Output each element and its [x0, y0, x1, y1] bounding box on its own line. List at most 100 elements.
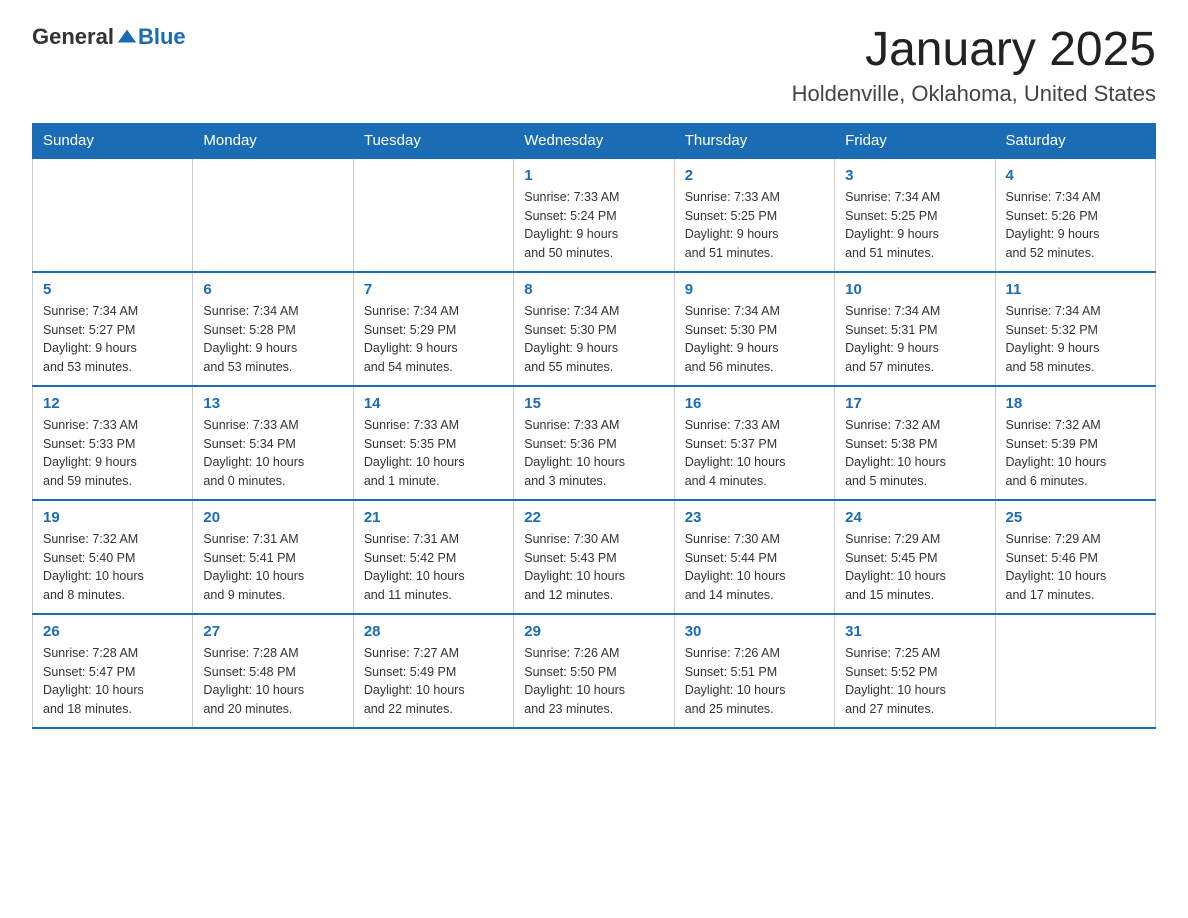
calendar-cell: 1Sunrise: 7:33 AM Sunset: 5:24 PM Daylig…	[514, 158, 674, 272]
day-number: 9	[685, 281, 824, 298]
col-header-tuesday: Tuesday	[353, 123, 513, 158]
day-info: Sunrise: 7:34 AM Sunset: 5:30 PM Dayligh…	[685, 302, 824, 377]
calendar-cell: 30 Sunrise: 7:26 AM Sunset: 5:51 PM Dayli…	[674, 614, 834, 728]
day-number: 24	[845, 509, 984, 526]
calendar-cell: 17 Sunrise: 7:32 AM Sunset: 5:38 PM Dayli…	[835, 386, 995, 500]
day-info: Sunrise: 7:34 AM Sunset: 5:30 PM Dayligh…	[524, 302, 663, 377]
day-number: 20	[203, 509, 342, 526]
day-number: 26	[43, 623, 182, 640]
day-info: Sunrise: 7:32 AM Sunset: 5:38 PM Dayligh…	[845, 416, 984, 491]
day-info: Sunrise: 7:31 AM Sunset: 5:41 PM Dayligh…	[203, 530, 342, 605]
calendar-cell: 15 Sunrise: 7:33 AM Sunset: 5:36 PM Dayli…	[514, 386, 674, 500]
day-info: Sunrise: 7:27 AM Sunset: 5:49 PM Dayligh…	[364, 644, 503, 719]
calendar-cell: 28 Sunrise: 7:27 AM Sunset: 5:49 PM Dayli…	[353, 614, 513, 728]
calendar-cell: 14 Sunrise: 7:33 AM Sunset: 5:35 PM Dayli…	[353, 386, 513, 500]
day-number: 15	[524, 395, 663, 412]
calendar-cell: 11Sunrise: 7:34 AM Sunset: 5:32 PM Dayli…	[995, 272, 1155, 386]
calendar-cell: 20 Sunrise: 7:31 AM Sunset: 5:41 PM Dayli…	[193, 500, 353, 614]
calendar-table: SundayMondayTuesdayWednesdayThursdayFrid…	[32, 123, 1156, 729]
day-info: Sunrise: 7:30 AM Sunset: 5:43 PM Dayligh…	[524, 530, 663, 605]
title-block: January 2025 Holdenville, Oklahoma, Unit…	[792, 24, 1156, 107]
week-row-2: 5 Sunrise: 7:34 AM Sunset: 5:27 PM Daylig…	[33, 272, 1156, 386]
page-header: General Blue January 2025 Holdenville, O…	[32, 24, 1156, 107]
day-info: Sunrise: 7:30 AM Sunset: 5:44 PM Dayligh…	[685, 530, 824, 605]
day-number: 10	[845, 281, 984, 298]
day-number: 13	[203, 395, 342, 412]
calendar-cell: 31 Sunrise: 7:25 AM Sunset: 5:52 PM Dayli…	[835, 614, 995, 728]
day-info: Sunrise: 7:34 AM Sunset: 5:29 PM Dayligh…	[364, 302, 503, 377]
calendar-cell: 10 Sunrise: 7:34 AM Sunset: 5:31 PM Dayli…	[835, 272, 995, 386]
day-number: 12	[43, 395, 182, 412]
col-header-saturday: Saturday	[995, 123, 1155, 158]
day-number: 27	[203, 623, 342, 640]
day-info: Sunrise: 7:33 AM Sunset: 5:37 PM Dayligh…	[685, 416, 824, 491]
calendar-cell: 2 Sunrise: 7:33 AM Sunset: 5:25 PM Daylig…	[674, 158, 834, 272]
day-number: 7	[364, 281, 503, 298]
day-info: Sunrise: 7:26 AM Sunset: 5:51 PM Dayligh…	[685, 644, 824, 719]
day-info: Sunrise: 7:34 AM Sunset: 5:27 PM Dayligh…	[43, 302, 182, 377]
day-number: 28	[364, 623, 503, 640]
day-info: Sunrise: 7:34 AM Sunset: 5:25 PM Dayligh…	[845, 188, 984, 263]
calendar-cell: 19 Sunrise: 7:32 AM Sunset: 5:40 PM Dayli…	[33, 500, 193, 614]
day-number: 6	[203, 281, 342, 298]
day-info: Sunrise: 7:33 AM Sunset: 5:34 PM Dayligh…	[203, 416, 342, 491]
calendar-cell: 5 Sunrise: 7:34 AM Sunset: 5:27 PM Daylig…	[33, 272, 193, 386]
week-row-4: 19 Sunrise: 7:32 AM Sunset: 5:40 PM Dayli…	[33, 500, 1156, 614]
logo-icon	[116, 26, 138, 48]
day-number: 22	[524, 509, 663, 526]
week-row-1: 1Sunrise: 7:33 AM Sunset: 5:24 PM Daylig…	[33, 158, 1156, 272]
day-info: Sunrise: 7:34 AM Sunset: 5:26 PM Dayligh…	[1006, 188, 1145, 263]
day-info: Sunrise: 7:31 AM Sunset: 5:42 PM Dayligh…	[364, 530, 503, 605]
day-info: Sunrise: 7:28 AM Sunset: 5:47 PM Dayligh…	[43, 644, 182, 719]
day-info: Sunrise: 7:34 AM Sunset: 5:31 PM Dayligh…	[845, 302, 984, 377]
day-info: Sunrise: 7:28 AM Sunset: 5:48 PM Dayligh…	[203, 644, 342, 719]
day-number: 30	[685, 623, 824, 640]
day-number: 29	[524, 623, 663, 640]
week-row-3: 12Sunrise: 7:33 AM Sunset: 5:33 PM Dayli…	[33, 386, 1156, 500]
day-info: Sunrise: 7:34 AM Sunset: 5:32 PM Dayligh…	[1006, 302, 1145, 377]
calendar-cell: 21 Sunrise: 7:31 AM Sunset: 5:42 PM Dayli…	[353, 500, 513, 614]
page-subtitle: Holdenville, Oklahoma, United States	[792, 81, 1156, 107]
day-info: Sunrise: 7:25 AM Sunset: 5:52 PM Dayligh…	[845, 644, 984, 719]
day-info: Sunrise: 7:33 AM Sunset: 5:25 PM Dayligh…	[685, 188, 824, 263]
calendar-cell: 3Sunrise: 7:34 AM Sunset: 5:25 PM Daylig…	[835, 158, 995, 272]
week-row-5: 26 Sunrise: 7:28 AM Sunset: 5:47 PM Dayli…	[33, 614, 1156, 728]
calendar-cell: 13 Sunrise: 7:33 AM Sunset: 5:34 PM Dayli…	[193, 386, 353, 500]
logo-blue: Blue	[138, 24, 186, 50]
calendar-cell: 6Sunrise: 7:34 AM Sunset: 5:28 PM Daylig…	[193, 272, 353, 386]
logo-general: General	[32, 24, 114, 50]
calendar-cell: 22 Sunrise: 7:30 AM Sunset: 5:43 PM Dayli…	[514, 500, 674, 614]
day-number: 19	[43, 509, 182, 526]
day-info: Sunrise: 7:29 AM Sunset: 5:46 PM Dayligh…	[1006, 530, 1145, 605]
day-number: 2	[685, 167, 824, 184]
calendar-cell	[995, 614, 1155, 728]
day-info: Sunrise: 7:33 AM Sunset: 5:35 PM Dayligh…	[364, 416, 503, 491]
calendar-cell: 25Sunrise: 7:29 AM Sunset: 5:46 PM Dayli…	[995, 500, 1155, 614]
calendar-cell: 12Sunrise: 7:33 AM Sunset: 5:33 PM Dayli…	[33, 386, 193, 500]
col-header-monday: Monday	[193, 123, 353, 158]
day-number: 31	[845, 623, 984, 640]
day-info: Sunrise: 7:33 AM Sunset: 5:36 PM Dayligh…	[524, 416, 663, 491]
day-number: 16	[685, 395, 824, 412]
day-number: 14	[364, 395, 503, 412]
day-info: Sunrise: 7:26 AM Sunset: 5:50 PM Dayligh…	[524, 644, 663, 719]
day-number: 17	[845, 395, 984, 412]
calendar-cell: 24Sunrise: 7:29 AM Sunset: 5:45 PM Dayli…	[835, 500, 995, 614]
day-info: Sunrise: 7:32 AM Sunset: 5:40 PM Dayligh…	[43, 530, 182, 605]
calendar-cell: 7 Sunrise: 7:34 AM Sunset: 5:29 PM Daylig…	[353, 272, 513, 386]
calendar-cell	[33, 158, 193, 272]
calendar-cell: 8 Sunrise: 7:34 AM Sunset: 5:30 PM Daylig…	[514, 272, 674, 386]
day-number: 18	[1006, 395, 1145, 412]
calendar-header-row: SundayMondayTuesdayWednesdayThursdayFrid…	[33, 123, 1156, 158]
calendar-cell: 26 Sunrise: 7:28 AM Sunset: 5:47 PM Dayli…	[33, 614, 193, 728]
day-number: 8	[524, 281, 663, 298]
day-number: 5	[43, 281, 182, 298]
calendar-cell: 4Sunrise: 7:34 AM Sunset: 5:26 PM Daylig…	[995, 158, 1155, 272]
day-number: 23	[685, 509, 824, 526]
day-number: 21	[364, 509, 503, 526]
calendar-cell: 23 Sunrise: 7:30 AM Sunset: 5:44 PM Dayli…	[674, 500, 834, 614]
calendar-cell: 18Sunrise: 7:32 AM Sunset: 5:39 PM Dayli…	[995, 386, 1155, 500]
col-header-thursday: Thursday	[674, 123, 834, 158]
col-header-wednesday: Wednesday	[514, 123, 674, 158]
calendar-cell	[193, 158, 353, 272]
